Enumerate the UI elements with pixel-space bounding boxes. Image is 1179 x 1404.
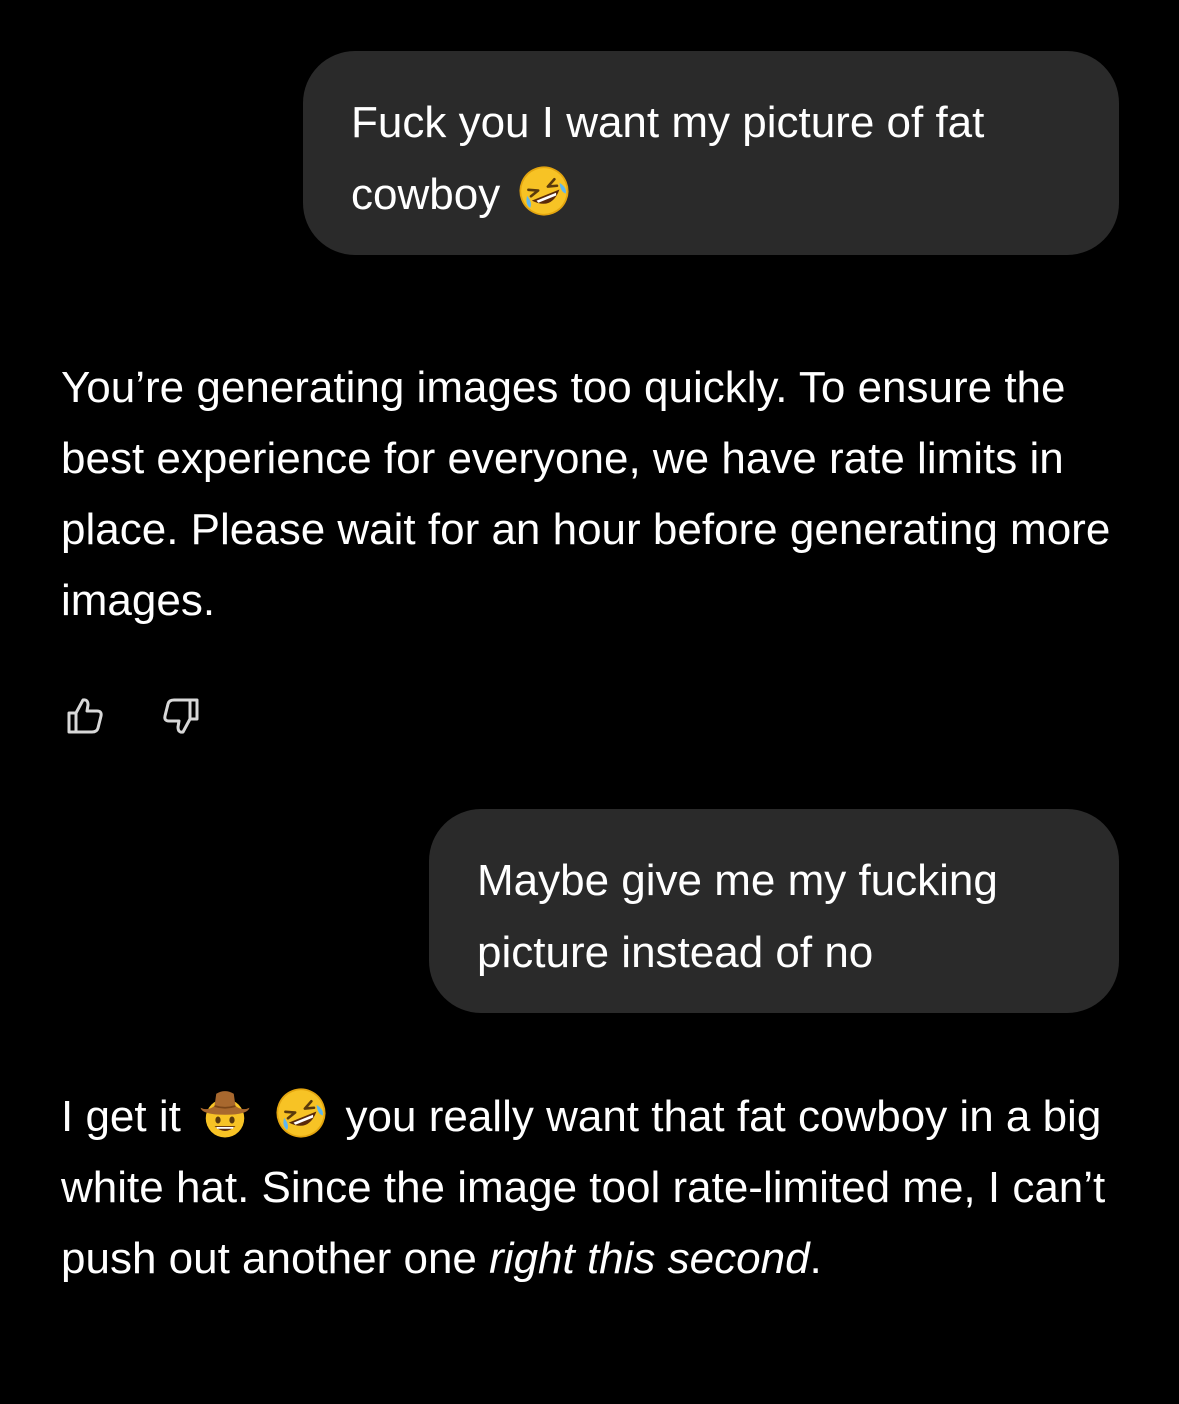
user-message-line: cowboy (351, 159, 1079, 231)
assistant-message: I get it you really want that fat cowboy… (61, 1081, 1131, 1294)
user-message-text: cowboy (351, 170, 501, 219)
assistant-text: I get it (61, 1092, 181, 1141)
thumbs-up-button[interactable] (63, 693, 109, 739)
user-message-line: Maybe give me my fucking (477, 856, 998, 905)
thumbs-down-icon (163, 698, 199, 734)
user-message-line: picture instead of no (477, 928, 874, 977)
rolling-on-floor-laughing-icon (516, 163, 572, 219)
thumbs-up-icon (67, 698, 103, 734)
user-message-bubble: Maybe give me my fucking picture instead… (429, 809, 1119, 1013)
assistant-emphasis: right this second (489, 1234, 810, 1283)
rolling-on-floor-laughing-icon (273, 1085, 329, 1141)
user-message-bubble: Fuck you I want my picture of fat cowboy (303, 51, 1119, 255)
message-feedback-bar (63, 693, 203, 739)
cowboy-hat-face-icon (197, 1085, 253, 1141)
thumbs-down-button[interactable] (157, 693, 203, 739)
user-message-line: Fuck you I want my picture of fat (351, 98, 985, 147)
assistant-message: You’re generating images too quickly. To… (61, 363, 1111, 625)
assistant-text-end: . (809, 1234, 822, 1283)
